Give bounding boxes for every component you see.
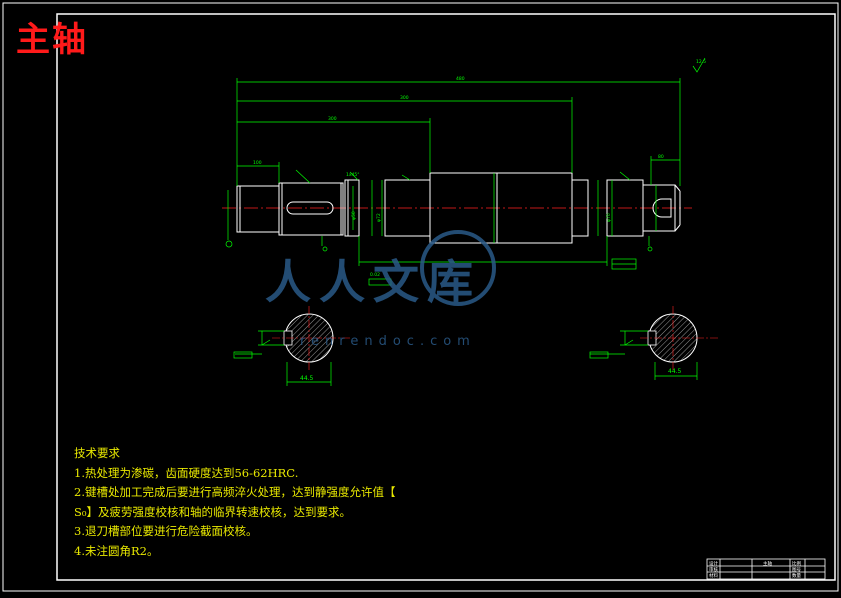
title-block-texts: 主轴 设计 审核 比例 材料 图号 数量 [709, 560, 801, 579]
dim-chamfer: 1x45° [346, 172, 360, 178]
shaft-main-view: 480 300 300 100 80 1x45° 12.5 0.02 φ50 φ… [222, 57, 706, 286]
tech-heading: 技术要求 [74, 446, 120, 460]
datum-a-icon [225, 240, 233, 248]
dim-overall: 480 [456, 76, 465, 82]
dim-d3: 300 [328, 116, 337, 122]
tech-item-5: 4.未注圆角R2。 [74, 543, 159, 558]
dimension-texts: 480 300 300 100 80 1x45° 12.5 0.02 φ50 φ… [253, 59, 706, 278]
tech-item-1: 1.热处理为渗碳，齿面硬度达到56-62HRC. [74, 465, 299, 480]
watermark-url: renrendoc.com [300, 334, 476, 349]
title-block-label-review: 审核 [709, 566, 718, 573]
title-block-label-design: 设计 [709, 560, 718, 567]
tech-item-3: S₀】及疲劳强度校核和轴的临界转速校核，达到要求。 [74, 504, 351, 519]
technical-requirements: 技术要求 1.热处理为渗碳，齿面硬度达到56-62HRC. 2.键槽处加工完成后… [74, 444, 395, 561]
datum-c-icon [647, 246, 653, 252]
title-block-label-number: 图号 [792, 567, 801, 573]
title-block-part-name: 主轴 [763, 560, 772, 567]
dimension-lines [227, 57, 706, 286]
dim-roughness: 12.5 [696, 59, 706, 65]
datum-b-icon [322, 246, 328, 252]
section-right: 44.5 [589, 306, 718, 380]
dim-dia-right: φ70 [606, 213, 612, 222]
drawing-title: 主轴 [16, 20, 88, 60]
title-block-label-scale: 比例 [792, 560, 801, 567]
dim-d2: 300 [400, 95, 409, 101]
tech-item-2: 2.键槽处加工完成后要进行高频淬火处理，达到静强度允许值【 [74, 485, 396, 499]
section-right-width: 44.5 [668, 368, 682, 375]
dim-right-len: 80 [658, 154, 664, 160]
title-block-label-qty: 数量 [792, 572, 801, 579]
section-left-width: 44.5 [300, 375, 314, 382]
title-block-label-material: 材料 [709, 572, 718, 579]
tech-item-4: 3.退刀槽部位要进行危险截面校核。 [74, 524, 258, 538]
dim-dia-left-1: φ50 [351, 211, 357, 220]
dim-dia-left-2: φ72 [376, 213, 382, 222]
watermark-brand: 人人文库 [265, 255, 481, 309]
dim-d4: 100 [253, 160, 262, 166]
